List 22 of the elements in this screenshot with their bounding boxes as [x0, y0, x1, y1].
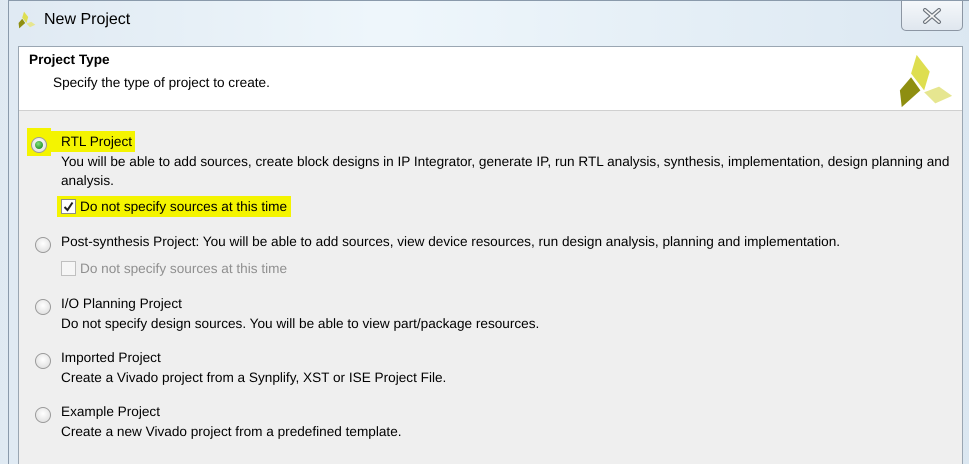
radio-button[interactable]: [31, 137, 47, 153]
close-button[interactable]: [901, 1, 963, 31]
brand-logo-icon: [898, 53, 954, 109]
checkbox[interactable]: [61, 199, 76, 214]
section-subtitle: Specify the type of project to create.: [53, 75, 270, 90]
option-label[interactable]: Post-synthesis Project: You will be able to add sources, view device resources, run design analysis, planning and implementation.: [58, 231, 844, 252]
radio-button[interactable]: [35, 407, 51, 423]
close-icon: [922, 8, 942, 24]
option-description: Create a new Vivado project from a predefined template.: [61, 423, 402, 441]
radio-button[interactable]: [35, 353, 51, 369]
radio-button[interactable]: [35, 299, 51, 315]
section-title: Project Type: [29, 51, 111, 69]
option-label[interactable]: Imported Project: [58, 347, 164, 368]
option-description: You will be able to add sources, create block designs in IP Integrator, generate IP, run RTL analysis, synthesis, implementation, design planning and analysis.: [61, 153, 950, 190]
window-title: New Project: [44, 11, 130, 29]
app-logo-icon: [18, 11, 36, 29]
option-label[interactable]: I/O Planning Project: [58, 293, 185, 314]
option-label[interactable]: RTL Project: [51, 131, 136, 152]
option-label[interactable]: Example Project: [58, 401, 163, 422]
radio-button[interactable]: [35, 237, 51, 253]
option-description: Create a Vivado project from a Synplify, XST or ISE Project File.: [61, 369, 446, 387]
option-description: Do not specify design sources. You will be able to view part/package resources.: [61, 315, 540, 333]
